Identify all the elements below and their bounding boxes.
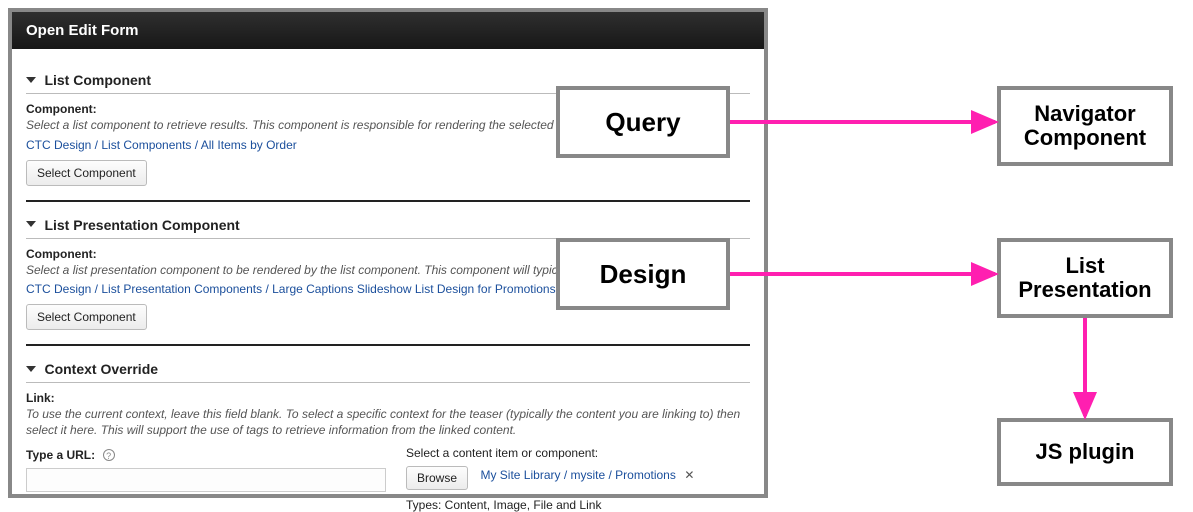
url-label: Type a URL:: [26, 448, 95, 462]
select-component-button[interactable]: Select Component: [26, 160, 147, 186]
browse-path-link[interactable]: My Site Library / mysite / Promotions: [480, 468, 675, 482]
diagram-box-js-plugin: JS plugin: [997, 418, 1173, 486]
caret-down-icon: [26, 221, 36, 227]
field-desc: To use the current context, leave this f…: [26, 407, 750, 438]
form-title: Open Edit Form: [12, 12, 764, 49]
select-content-label: Select a content item or component:: [406, 446, 750, 460]
divider: [26, 200, 750, 202]
caret-down-icon: [26, 77, 36, 83]
section-context-override: Context Override Link: To use the curren…: [26, 360, 750, 512]
section-title: List Presentation Component: [44, 216, 239, 232]
section-title: Context Override: [44, 361, 158, 377]
types-label: Types: Content, Image, File and Link: [406, 498, 750, 512]
diagram-box-navigator: Navigator Component: [997, 86, 1173, 166]
section-header-list-presentation[interactable]: List Presentation Component: [26, 216, 750, 239]
diagram-box-list-presentation: List Presentation: [997, 238, 1173, 318]
browse-button[interactable]: Browse: [406, 466, 468, 490]
field-label-link: Link:: [26, 391, 750, 405]
section-header-context-override[interactable]: Context Override: [26, 360, 750, 383]
help-icon[interactable]: ?: [103, 449, 115, 461]
diagram-box-query: Query: [556, 86, 730, 158]
caret-down-icon: [26, 366, 36, 372]
context-right-col: Select a content item or component: Brow…: [406, 446, 750, 512]
section-title: List Component: [44, 72, 151, 88]
diagram-box-design: Design: [556, 238, 730, 310]
close-icon[interactable]: ✕: [684, 468, 694, 482]
divider: [26, 344, 750, 346]
select-component-button[interactable]: Select Component: [26, 304, 147, 330]
context-left-col: Type a URL: ?: [26, 446, 386, 512]
url-input[interactable]: [26, 468, 386, 492]
